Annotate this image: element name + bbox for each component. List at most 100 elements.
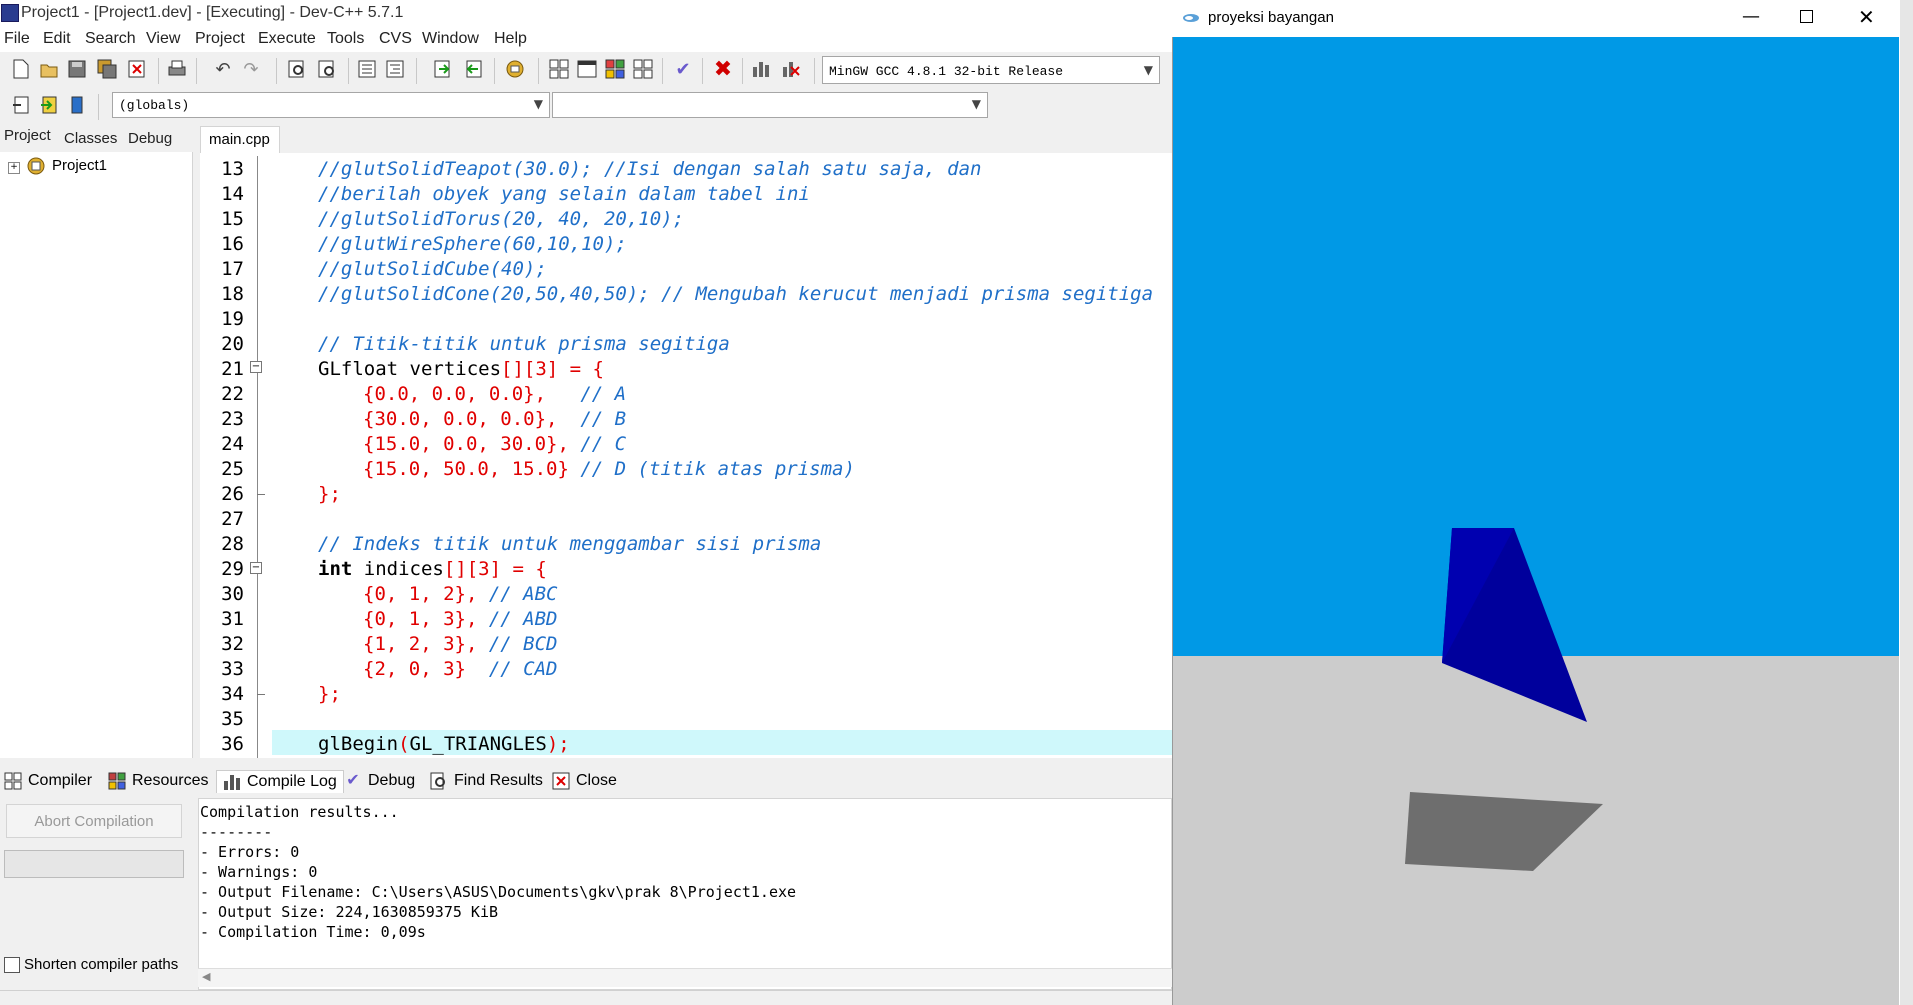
compile-run-icon[interactable] (602, 56, 628, 82)
abort-compilation-button[interactable]: Abort Compilation (6, 804, 182, 838)
remove-from-project-icon[interactable] (460, 56, 486, 82)
toolbar-separator (814, 58, 815, 84)
menu-window[interactable]: Window (422, 30, 479, 48)
menu-edit[interactable]: Edit (43, 30, 71, 48)
tab-debug-bottom[interactable]: ✔ Debug (344, 772, 415, 790)
code-line: glBegin(GL_TRIANGLES); (318, 733, 570, 755)
add-to-project-icon[interactable] (430, 56, 456, 82)
code-token: {0, 1, 2}, (363, 583, 478, 605)
save-icon[interactable] (64, 56, 90, 82)
log-line: - Output Filename: C:\Users\ASUS\Documen… (200, 883, 797, 901)
code-line: //glutSolidCube(40); (318, 258, 547, 280)
gl-window-titlebar[interactable]: proyeksi bayangan — ✕ (1172, 0, 1900, 37)
print-icon[interactable] (164, 56, 190, 82)
tab-compile-log-label: Compile Log (247, 773, 337, 790)
code-line: {1, 2, 3}, // BCD (363, 633, 557, 655)
unindent-icon[interactable] (382, 56, 408, 82)
code-line: int indices[][3] = { (318, 558, 547, 580)
scroll-left-icon[interactable]: ◀ (202, 970, 210, 983)
project-options-icon[interactable] (502, 56, 528, 82)
menu-project[interactable]: Project (195, 30, 245, 48)
tab-debug-label: Debug (368, 772, 416, 789)
devcpp-titlebar[interactable]: Project1 - [Project1.dev] - [Executing] … (0, 0, 1172, 28)
shorten-paths-checkbox[interactable] (4, 956, 20, 973)
log-line: Compilation results... (200, 803, 399, 821)
tab-find-results[interactable]: Find Results (430, 772, 543, 790)
tab-compiler[interactable]: Compiler (4, 772, 92, 790)
syntax-check-icon[interactable]: ✔ (670, 56, 696, 82)
tab-classes[interactable]: Classes (64, 130, 117, 147)
maximize-icon[interactable] (1800, 10, 1813, 23)
menu-view[interactable]: View (146, 30, 180, 48)
menu-tools[interactable]: Tools (327, 30, 364, 48)
log-line: - Warnings: 0 (200, 863, 318, 881)
rebuild-all-icon[interactable] (630, 56, 656, 82)
code-token: {15.0, 50.0, 15.0} (363, 458, 569, 480)
code-line: // Titik-titik untuk prisma segitiga (318, 333, 730, 355)
minimize-icon[interactable]: — (1742, 6, 1760, 27)
chevron-down-icon: ▼ (533, 97, 543, 111)
tab-compile-log[interactable]: Compile Log (216, 770, 344, 793)
line-number: 23 (221, 408, 244, 430)
close-window-icon[interactable]: ✕ (1858, 5, 1875, 29)
insert-icon[interactable] (8, 92, 34, 118)
redo-icon[interactable]: ↷ (238, 56, 264, 82)
save-all-icon[interactable] (94, 56, 120, 82)
fold-collapse-icon[interactable]: − (250, 361, 262, 373)
function-select[interactable]: ▼ (552, 92, 988, 118)
profile-icon[interactable] (748, 56, 774, 82)
line-number: 36 (221, 733, 244, 755)
tab-find-results-label: Find Results (454, 772, 543, 789)
tab-project[interactable]: Project (4, 127, 51, 144)
code-token: {30.0, 0.0, 0.0}, (363, 408, 558, 430)
undo-icon[interactable]: ↶ (210, 56, 236, 82)
stop-execution-icon[interactable]: ✖ (710, 56, 736, 82)
code-token: {15.0, 0.0, 30.0}, (363, 433, 569, 455)
new-file-icon[interactable] (8, 56, 34, 82)
status-bar (0, 990, 1172, 1005)
project-tree-panel: + Project1 (0, 152, 193, 758)
goto-file-icon[interactable] (36, 92, 62, 118)
toolbar-separator (348, 58, 349, 84)
menu-cvs[interactable]: CVS (379, 30, 412, 48)
toolbar-separator (416, 58, 417, 84)
toolbar-separator (662, 58, 663, 84)
scope-select[interactable]: (globals) ▼ (112, 92, 550, 118)
tree-expand-icon[interactable]: + (8, 162, 20, 174)
code-line: }; (318, 683, 341, 705)
line-number: 29 (221, 558, 244, 580)
menu-search[interactable]: Search (85, 30, 136, 48)
compiler-select[interactable]: MinGW GCC 4.8.1 32-bit Release ▼ (822, 56, 1160, 84)
shorten-paths-option[interactable]: Shorten compiler paths (4, 956, 178, 973)
code-token: // ABC (488, 583, 558, 605)
menu-help[interactable]: Help (494, 30, 527, 48)
find-icon[interactable] (284, 56, 310, 82)
close-icon (552, 772, 570, 790)
fold-end-marker (257, 694, 265, 695)
gl-render-canvas[interactable] (1173, 37, 1899, 1005)
open-file-icon[interactable] (36, 56, 62, 82)
fold-collapse-icon[interactable]: − (250, 562, 262, 574)
bookmark-icon[interactable] (64, 92, 90, 118)
log-horizontal-scrollbar[interactable]: ◀ (198, 968, 1172, 987)
close-file-icon[interactable] (124, 56, 150, 82)
compile-icon[interactable] (546, 56, 572, 82)
tab-main-cpp[interactable]: main.cpp (200, 126, 280, 153)
code-token: GLfloat vertices (318, 358, 502, 380)
replace-icon[interactable] (314, 56, 340, 82)
line-number: 17 (221, 258, 244, 280)
scope-select-value: (globals) (119, 98, 190, 113)
tree-item-project1[interactable]: Project1 (52, 157, 107, 174)
tab-debug[interactable]: Debug (128, 130, 172, 147)
run-icon[interactable] (574, 56, 600, 82)
line-number: 26 (221, 483, 244, 505)
tab-resources[interactable]: Resources (108, 772, 208, 790)
compile-progress-bar (4, 850, 184, 878)
menu-file[interactable]: File (4, 30, 30, 48)
delete-profile-icon[interactable] (778, 56, 804, 82)
indent-icon[interactable] (354, 56, 380, 82)
menu-execute[interactable]: Execute (258, 30, 316, 48)
code-token: // D (titik atas prisma) (580, 458, 855, 480)
tab-close[interactable]: Close (552, 772, 617, 790)
line-number: 34 (221, 683, 244, 705)
